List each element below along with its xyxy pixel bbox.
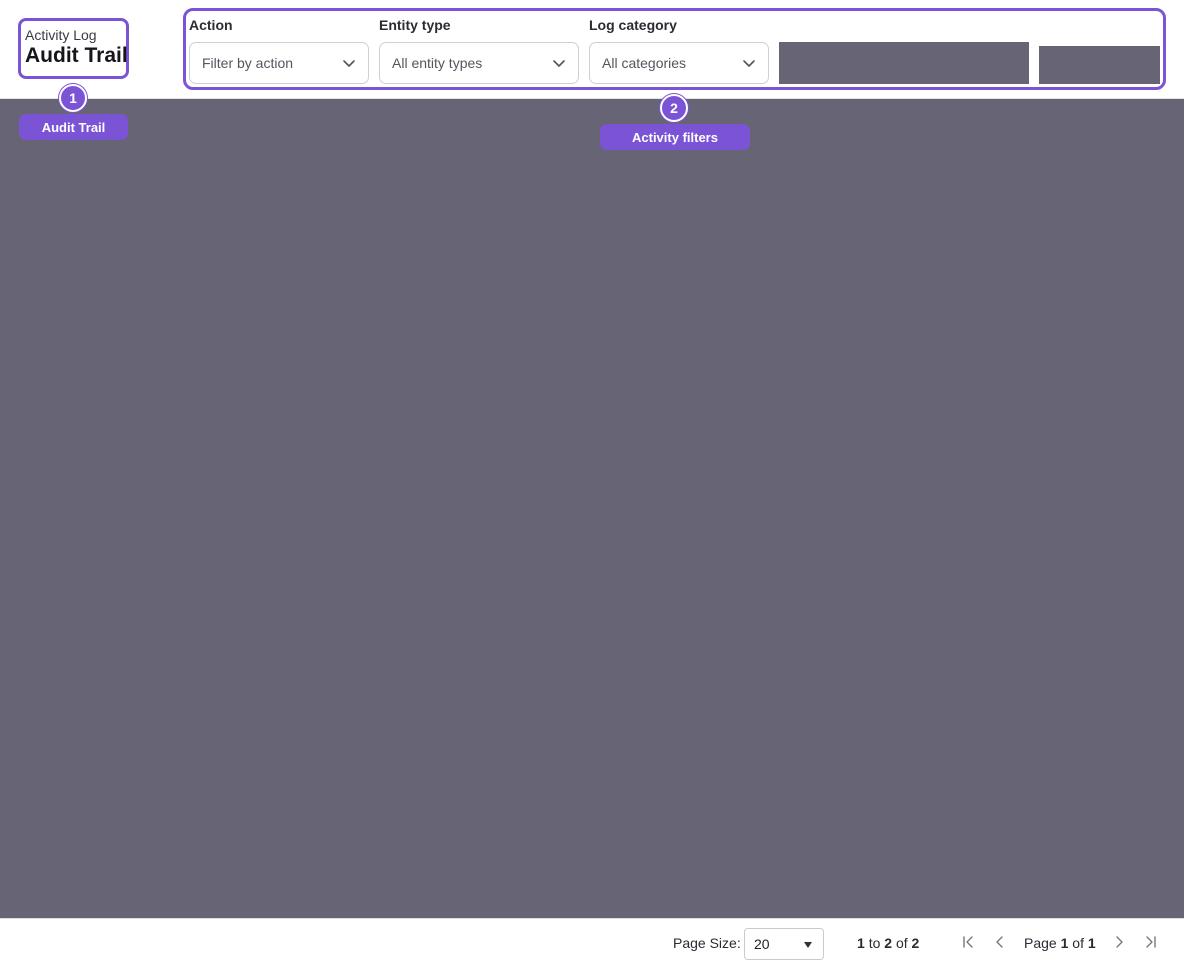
log-category-select[interactable]: All categories bbox=[589, 42, 769, 84]
page-size-value: 20 bbox=[754, 936, 770, 952]
action-select[interactable]: Filter by action bbox=[189, 42, 369, 84]
chevron-down-icon bbox=[743, 60, 755, 67]
date-range-control[interactable] bbox=[779, 42, 1029, 84]
page-size-label: Page Size: bbox=[673, 935, 741, 951]
filter-action-button[interactable] bbox=[1039, 46, 1160, 84]
log-category-filter-label: Log category bbox=[589, 17, 677, 33]
page-title: Audit Trail bbox=[25, 44, 128, 67]
entity-type-filter: Entity type bbox=[379, 16, 451, 36]
entity-type-select[interactable]: All entity types bbox=[379, 42, 579, 84]
next-page-icon[interactable] bbox=[1110, 933, 1128, 951]
action-select-placeholder: Filter by action bbox=[202, 55, 294, 71]
chevron-down-icon bbox=[553, 60, 565, 67]
annotation-number-2: 2 bbox=[660, 94, 688, 122]
action-filter: Action bbox=[189, 16, 233, 36]
page-word: Page bbox=[1024, 935, 1057, 951]
log-category-select-value: All categories bbox=[602, 55, 687, 71]
caret-down-icon bbox=[804, 942, 812, 948]
annotation-label-1: Audit Trail bbox=[19, 114, 128, 140]
page-of-word: of bbox=[1072, 935, 1084, 951]
range-to-word: to bbox=[868, 935, 881, 951]
page-eyebrow: Activity Log bbox=[25, 27, 97, 43]
action-filter-label: Action bbox=[189, 17, 233, 33]
range-of-word: of bbox=[895, 935, 908, 951]
entity-type-select-value: All entity types bbox=[392, 55, 483, 71]
last-page-icon[interactable] bbox=[1142, 933, 1160, 951]
first-page-icon[interactable] bbox=[959, 933, 977, 951]
previous-page-icon[interactable] bbox=[991, 933, 1009, 951]
range-to: 2 bbox=[884, 935, 893, 951]
log-category-filter: Log category bbox=[589, 16, 677, 36]
range-from: 1 bbox=[857, 935, 865, 951]
page-size-select[interactable]: 20 bbox=[744, 928, 824, 960]
page-indicator: Page 1 of 1 bbox=[1024, 935, 1096, 951]
range-total: 2 bbox=[911, 935, 920, 951]
chevron-down-icon bbox=[343, 60, 355, 67]
activity-filters: Action Filter by action Entity type All … bbox=[183, 8, 1166, 90]
annotation-number-1: 1 bbox=[59, 84, 87, 112]
current-page: 1 bbox=[1060, 935, 1069, 951]
top-bar: Activity Log Audit Trail Action Filter b… bbox=[0, 0, 1184, 99]
row-range-summary: 1 to 2 of 2 bbox=[857, 935, 919, 951]
pagination-bar: Page Size: 20 1 to 2 of 2 Page 1 of 1 bbox=[0, 918, 1184, 967]
total-pages: 1 bbox=[1087, 935, 1096, 951]
entity-type-filter-label: Entity type bbox=[379, 17, 451, 33]
page-header: Activity Log Audit Trail bbox=[18, 18, 129, 79]
content-overlay bbox=[0, 99, 1184, 918]
annotation-label-2: Activity filters bbox=[600, 124, 750, 150]
